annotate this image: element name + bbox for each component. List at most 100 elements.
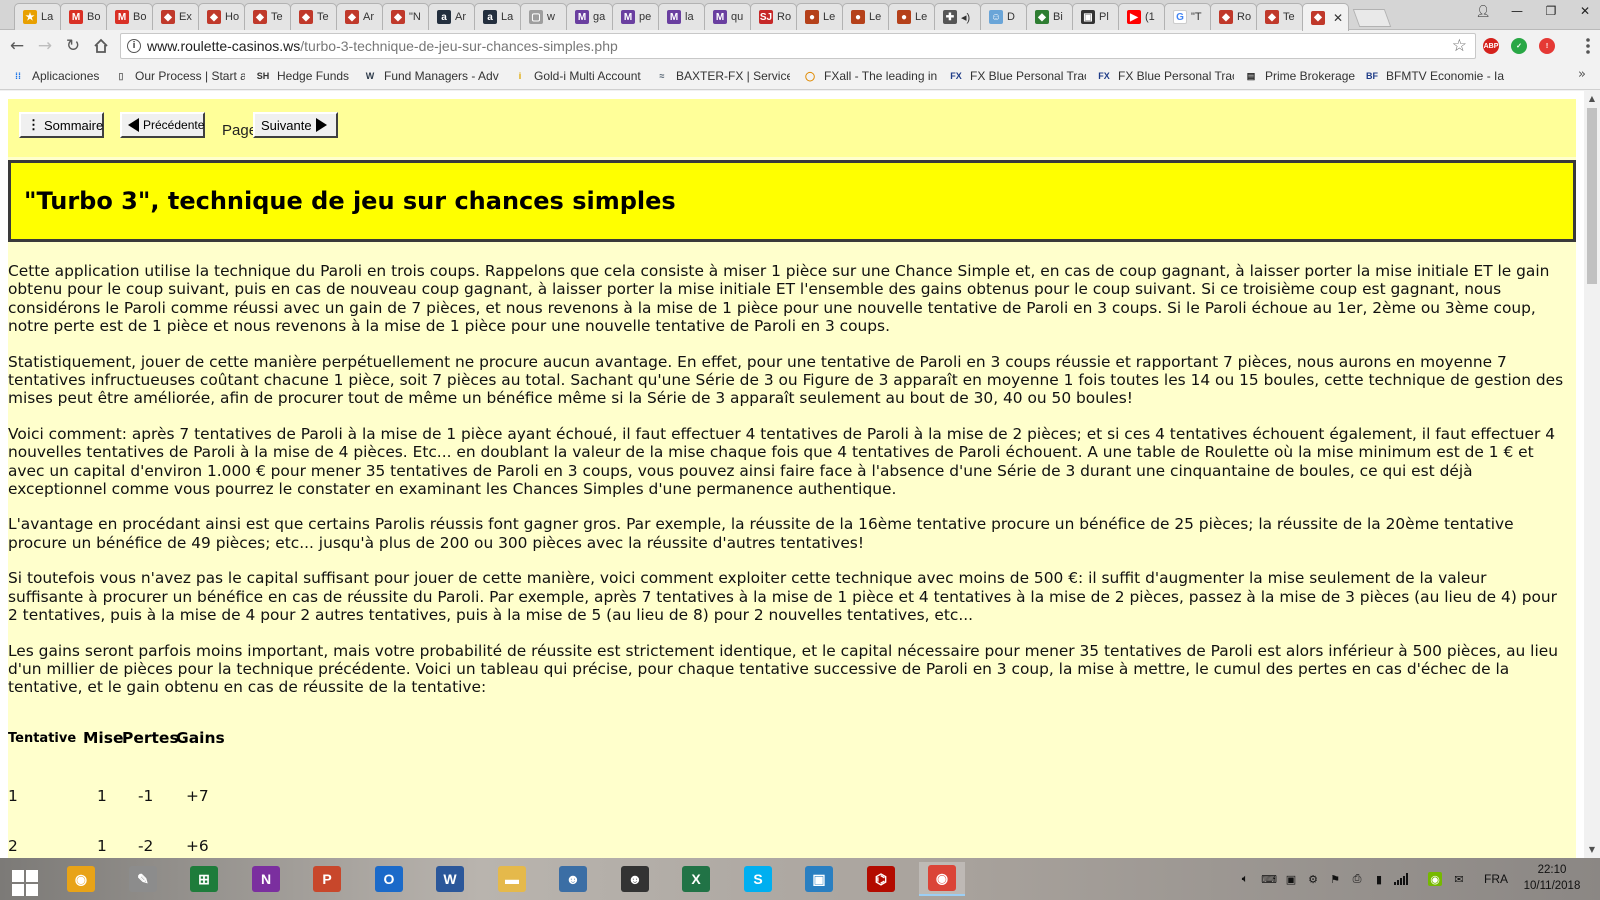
taskbar-owl-app-dark[interactable]: ☻: [612, 862, 658, 896]
tab-active[interactable]: ◆ ✕: [1302, 3, 1349, 31]
tab[interactable]: ◆ Ho: [198, 3, 245, 30]
taskbar-notepad-app[interactable]: ✎: [120, 862, 166, 896]
taskbar-owl-app-blue[interactable]: ☻: [550, 862, 596, 896]
tab[interactable]: Mga: [566, 3, 613, 30]
tab[interactable]: M Bo: [106, 3, 153, 30]
tab[interactable]: Mla: [658, 3, 705, 30]
tab[interactable]: M Bo: [60, 3, 107, 30]
taskbar-skype[interactable]: S: [735, 862, 781, 896]
clock[interactable]: 22:10 10/11/2018: [1514, 862, 1590, 894]
tab[interactable]: SJ Ro: [750, 3, 797, 30]
suivante-button[interactable]: Suivante: [253, 112, 338, 138]
tab[interactable]: ◆ Ex: [152, 3, 199, 30]
bookmark-item[interactable]: ▤ Prime Brokerage: [1243, 67, 1355, 85]
forward-arrow-icon[interactable]: →: [34, 35, 56, 57]
tab[interactable]: ◆ Bi: [1026, 3, 1073, 30]
taskbar-picasa[interactable]: ◉: [58, 862, 104, 896]
bookmark-label: Fund Managers - Adv: [384, 69, 499, 83]
user-icon[interactable]: 👤︎: [1466, 0, 1500, 22]
taskbar-acrobat[interactable]: ⌬: [858, 862, 904, 896]
reload-icon[interactable]: ↻: [62, 35, 84, 57]
bookmark-item[interactable]: FX FX Blue Personal Trac: [1096, 67, 1234, 85]
tab[interactable]: ◆ "N: [382, 3, 429, 30]
tab[interactable]: ◆ Ar: [336, 3, 383, 30]
tab[interactable]: ◆ Te: [1256, 3, 1303, 30]
scroll-up-arrow-icon[interactable]: ▲: [1584, 91, 1600, 107]
close-window-button[interactable]: ✕: [1568, 0, 1600, 22]
tab[interactable]: ▶ (1: [1118, 3, 1165, 30]
bookmark-item[interactable]: BF BFMTV Economie - Ia: [1364, 67, 1524, 85]
taskbar-excel-green[interactable]: ⊞: [181, 862, 227, 896]
taskbar-excel[interactable]: X: [673, 862, 719, 896]
tab[interactable]: ★ La: [14, 3, 61, 30]
flag-icon[interactable]: ⚑: [1328, 872, 1342, 886]
bookmark-item[interactable]: ◯ FXall - The leading in: [802, 67, 938, 85]
language-indicator[interactable]: FRA: [1484, 872, 1508, 886]
tab[interactable]: ▣ Pl: [1072, 3, 1119, 30]
taskbar-network-app[interactable]: ▣: [796, 862, 842, 896]
url-text[interactable]: www.roulette-casinos.ws/turbo-3-techniqu…: [147, 38, 618, 54]
word-icon: W: [436, 866, 464, 892]
back-arrow-icon[interactable]: ←: [6, 35, 28, 57]
taskbar-outlook[interactable]: O: [366, 862, 412, 896]
tab-label: Bo: [133, 11, 147, 23]
adblock-plus-icon[interactable]: ABP: [1483, 38, 1499, 54]
battery-icon[interactable]: ▮: [1372, 872, 1386, 886]
taskbar-chrome[interactable]: ◉: [919, 862, 965, 896]
tab[interactable]: ◆ Te: [290, 3, 337, 30]
info-icon[interactable]: i: [127, 39, 141, 53]
tab[interactable]: ◆ Ro: [1210, 3, 1257, 30]
tab[interactable]: ◆ Te: [244, 3, 291, 30]
printer-icon[interactable]: ⎙: [1350, 872, 1364, 886]
tab-label: "T: [1191, 11, 1202, 23]
bookmarks-overflow-icon[interactable]: »: [1578, 67, 1586, 82]
new-tab-button[interactable]: [1352, 9, 1392, 27]
check-extension-icon[interactable]: ✓: [1511, 38, 1527, 54]
tab[interactable]: G "T: [1164, 3, 1211, 30]
sync-tray-icon[interactable]: ⚙: [1306, 872, 1320, 886]
keyboard-tray-icon[interactable]: ⌨: [1261, 872, 1277, 886]
bookmark-item[interactable]: ▯ Our Process | Start a: [113, 67, 245, 85]
tab[interactable]: a La: [474, 3, 521, 30]
taskbar-onenote[interactable]: N: [243, 862, 289, 896]
tab[interactable]: Mqu: [704, 3, 751, 30]
precedente-button[interactable]: Précédente: [120, 112, 205, 138]
bookmark-item[interactable]: FX FX Blue Personal Trac: [948, 67, 1086, 85]
alert-extension-icon[interactable]: !: [1539, 38, 1555, 54]
home-icon[interactable]: [90, 35, 112, 57]
chat-tray-icon[interactable]: ✉: [1452, 872, 1466, 886]
bookmark-item[interactable]: SH Hedge Funds: [255, 67, 352, 85]
tab[interactable]: ● Le: [888, 3, 935, 30]
bookmark-item[interactable]: W Fund Managers - Adv: [362, 67, 500, 85]
taskbar-powerpoint[interactable]: P: [304, 862, 350, 896]
scroll-down-arrow-icon[interactable]: ▼: [1584, 842, 1600, 858]
tab-close-icon[interactable]: ✕: [1333, 11, 1343, 25]
taskbar-file-explorer[interactable]: ▬: [489, 862, 535, 896]
sommaire-button[interactable]: ⋮ Sommaire: [19, 112, 104, 138]
tab-favicon-icon: ▢: [529, 10, 543, 24]
menu-dots-icon[interactable]: [1586, 38, 1590, 54]
tab[interactable]: ● Le: [842, 3, 889, 30]
bookmark-i-icon: i: [518, 71, 522, 81]
bookmark-item[interactable]: ≈ BAXTER-FX | Services: [654, 67, 790, 85]
address-bar[interactable]: i www.roulette-casinos.ws/turbo-3-techni…: [120, 33, 1476, 59]
taskbar-word[interactable]: W: [427, 862, 473, 896]
bookmark-item[interactable]: ⁞⁞ Aplicaciones: [10, 67, 102, 85]
tab[interactable]: Mpe: [612, 3, 659, 30]
wifi-signal-icon[interactable]: [1394, 872, 1408, 886]
tab[interactable]: ▢ w: [520, 3, 567, 30]
minimize-button[interactable]: —: [1500, 0, 1534, 22]
vertical-scrollbar[interactable]: ▲ ▼: [1584, 91, 1600, 858]
scrollbar-thumb[interactable]: [1587, 108, 1597, 284]
network-tray-icon[interactable]: ▣: [1284, 872, 1298, 886]
tab[interactable]: a Ar: [428, 3, 475, 30]
restore-button[interactable]: ❐: [1534, 0, 1568, 22]
volume-icon[interactable]: 🔈︎: [1238, 872, 1252, 886]
bookmark-star-icon[interactable]: ☆: [1452, 36, 1467, 56]
windows-start-icon[interactable]: [12, 870, 38, 896]
tab[interactable]: ● Le: [796, 3, 843, 30]
bookmark-item[interactable]: i Gold-i Multi Account: [512, 67, 644, 85]
tab[interactable]: ☺ D: [980, 3, 1027, 30]
nvidia-icon[interactable]: ◉: [1428, 872, 1442, 886]
tab[interactable]: ✚ ◂): [934, 3, 981, 30]
